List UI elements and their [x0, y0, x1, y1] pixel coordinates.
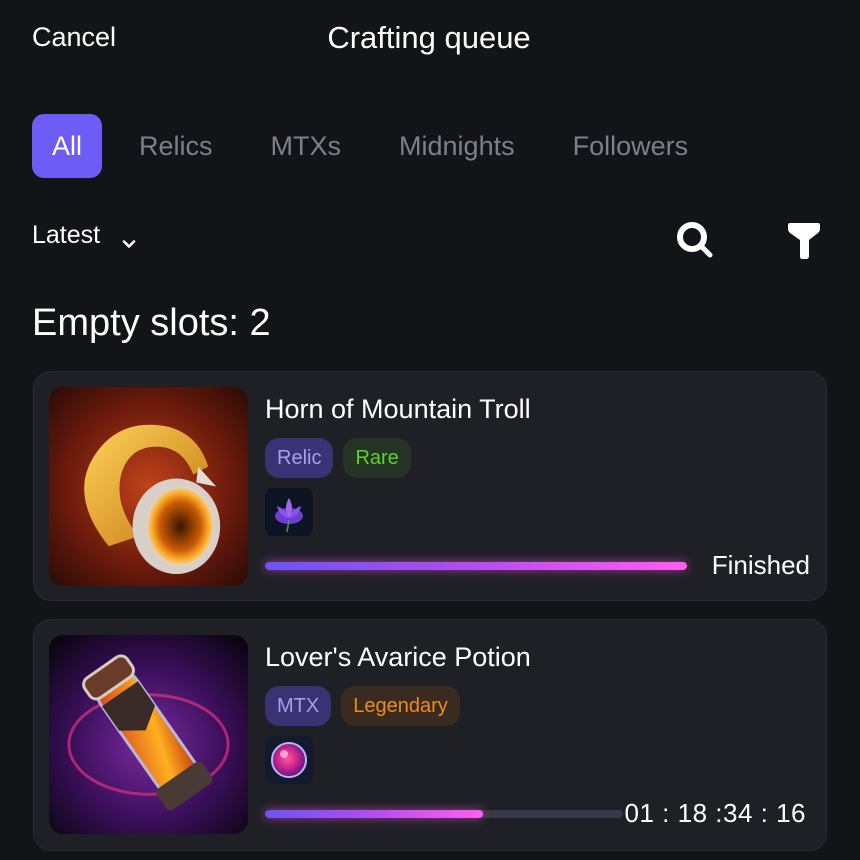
- countdown-timer: 01 : 18 :34 : 16: [624, 798, 806, 828]
- potion-icon: [49, 635, 248, 834]
- tab-all[interactable]: All: [32, 114, 103, 178]
- filter-icon: [784, 223, 826, 265]
- chevron-down-icon: [122, 229, 136, 248]
- horn-icon: [49, 387, 248, 586]
- progress-bar: [265, 810, 623, 818]
- item-name: Horn of Mountain Troll: [265, 394, 531, 424]
- tab-mtxs[interactable]: MTXs: [271, 114, 342, 178]
- item-tags: Relic Rare: [265, 438, 421, 478]
- filter-button[interactable]: [784, 219, 826, 261]
- rarity-badge: Rare: [343, 438, 411, 478]
- item-tags: MTX Legendary: [265, 686, 470, 726]
- page-title: Crafting queue: [0, 20, 860, 56]
- search-icon: [674, 222, 716, 265]
- sort-dropdown[interactable]: Latest: [32, 221, 136, 250]
- header: Cancel Crafting queue: [0, 0, 860, 80]
- queue-item[interactable]: Lover's Avarice Potion MTX Legendary 01 …: [33, 619, 827, 851]
- tab-midnights[interactable]: Midnights: [399, 114, 515, 178]
- queue-item[interactable]: Horn of Mountain Troll Relic Rare Finish…: [33, 371, 827, 601]
- category-tabs: All Relics MTXs Midnights Followers: [32, 114, 746, 178]
- page-title-text: Crafting queue: [327, 20, 531, 55]
- progress-fill: [265, 810, 484, 818]
- status-label: Finished: [711, 550, 810, 580]
- tab-relics[interactable]: Relics: [139, 114, 213, 178]
- type-badge: Relic: [265, 438, 334, 478]
- search-button[interactable]: [674, 219, 716, 261]
- empty-slots-heading: Empty slots: 2: [32, 302, 271, 344]
- item-name: Lover's Avarice Potion: [265, 642, 531, 672]
- progress-fill: [265, 562, 687, 570]
- lotus-flower-icon: [265, 488, 313, 536]
- rarity-badge: Legendary: [341, 686, 460, 726]
- sort-value: Latest: [32, 221, 101, 249]
- progress-bar: [265, 562, 687, 570]
- pink-orb-icon: [265, 736, 313, 784]
- tab-followers[interactable]: Followers: [573, 114, 689, 178]
- type-badge: MTX: [265, 686, 332, 726]
- toolbar: Latest: [32, 215, 828, 263]
